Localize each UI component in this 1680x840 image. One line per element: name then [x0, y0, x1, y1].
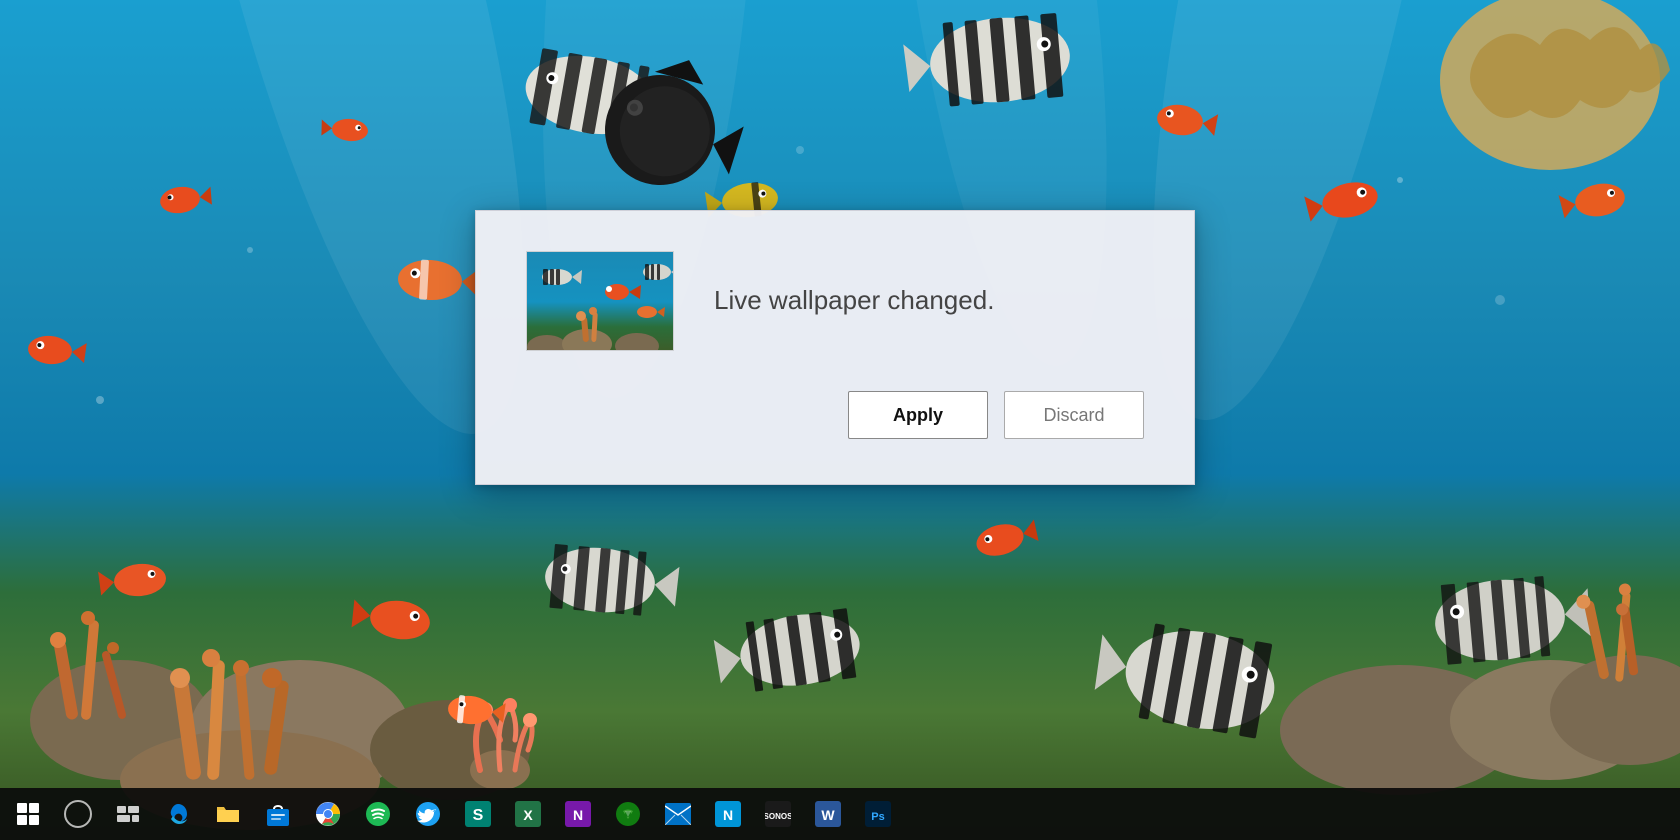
taskbar: S X N — [0, 788, 1680, 840]
adobe-photoshop-icon: Ps — [865, 801, 891, 827]
task-view-button[interactable] — [104, 790, 152, 838]
dialog-content: Live wallpaper changed. — [526, 251, 1144, 351]
note-icon: N — [715, 801, 741, 827]
svg-text:Ps: Ps — [871, 811, 884, 823]
xbox-gaming-icon — [615, 801, 641, 827]
wallpaper-thumbnail — [526, 251, 674, 351]
mail-envelope-icon — [665, 803, 691, 825]
excel-icon[interactable]: X — [504, 790, 552, 838]
task-view-icon — [117, 806, 139, 822]
photoshop-icon[interactable]: Ps — [854, 790, 902, 838]
discard-button[interactable]: Discard — [1004, 391, 1144, 439]
onenote-icon[interactable]: N — [554, 790, 602, 838]
xbox-icon[interactable] — [604, 790, 652, 838]
microsoft-word-icon: W — [815, 801, 841, 827]
cortana-search-button[interactable] — [54, 790, 102, 838]
file-explorer-folder-icon — [215, 802, 241, 826]
sway-icon[interactable]: S — [454, 790, 502, 838]
microsoft-store-icon — [266, 801, 290, 827]
twitter-social-icon — [415, 801, 441, 827]
chrome-icon[interactable] — [304, 790, 352, 838]
microsoft-onenote-icon: N — [565, 801, 591, 827]
svg-text:N: N — [723, 807, 733, 823]
store-icon[interactable] — [254, 790, 302, 838]
edge-icon[interactable] — [154, 790, 202, 838]
word-icon[interactable]: W — [804, 790, 852, 838]
microsoft-excel-icon: X — [515, 801, 541, 827]
cortana-circle — [64, 800, 92, 828]
spotify-music-icon — [365, 801, 391, 827]
twitter-icon[interactable] — [404, 790, 452, 838]
dialog-message: Live wallpaper changed. — [714, 284, 994, 318]
dialog-buttons: Apply Discard — [526, 391, 1144, 439]
edge-browser-icon — [165, 801, 191, 827]
svg-text:S: S — [473, 807, 484, 824]
svg-text:W: W — [821, 807, 835, 823]
microsoft-sway-icon: S — [465, 801, 491, 827]
sonos-audio-icon: SONOS — [765, 801, 791, 827]
start-button[interactable] — [4, 790, 52, 838]
sonos-icon[interactable]: SONOS — [754, 790, 802, 838]
apply-button[interactable]: Apply — [848, 391, 988, 439]
dialog-box: Live wallpaper changed. Apply Discard — [475, 210, 1195, 485]
svg-text:SONOS: SONOS — [765, 812, 791, 821]
note-app-icon[interactable]: N — [704, 790, 752, 838]
google-chrome-icon — [315, 801, 341, 827]
spotify-icon[interactable] — [354, 790, 402, 838]
mail-icon[interactable] — [654, 790, 702, 838]
windows-logo — [17, 803, 39, 825]
svg-text:X: X — [523, 807, 533, 823]
svg-text:N: N — [573, 807, 583, 823]
file-explorer-icon[interactable] — [204, 790, 252, 838]
